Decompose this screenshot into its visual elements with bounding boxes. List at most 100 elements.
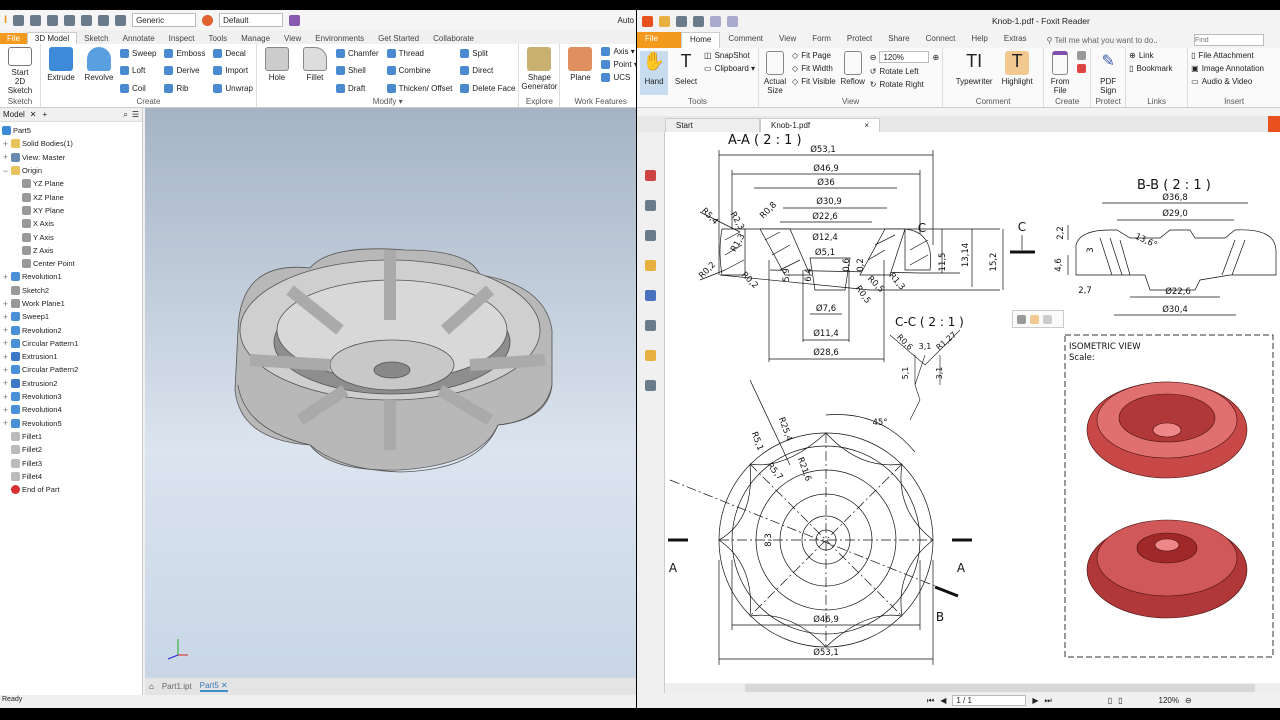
import-button[interactable]: Import bbox=[213, 64, 253, 77]
tree-item[interactable]: + Extrusion1 bbox=[2, 350, 140, 363]
rotate-left-button[interactable]: ↺ Rotate Left bbox=[870, 67, 939, 76]
highlight-button[interactable]: T Highlight bbox=[999, 51, 1035, 95]
expand-icon[interactable]: + bbox=[2, 365, 9, 375]
model-tab[interactable]: Model bbox=[3, 110, 25, 119]
tree-item[interactable]: + Solid Bodies(1) bbox=[2, 137, 140, 150]
home-icon[interactable]: ⌂ bbox=[149, 682, 154, 691]
tab-home[interactable]: Home bbox=[681, 32, 721, 48]
tree-item[interactable]: Fillet1 bbox=[2, 430, 140, 443]
thicken-offset-button[interactable]: Thicken/ Offset bbox=[386, 82, 452, 95]
fit-page-button[interactable]: ◇ Fit Page bbox=[792, 51, 836, 60]
continuous-icon[interactable]: ▯ bbox=[1118, 696, 1122, 705]
signatures-icon[interactable] bbox=[645, 320, 656, 331]
tab-annotate[interactable]: Annotate bbox=[116, 33, 162, 44]
tab-tools[interactable]: Tools bbox=[201, 33, 234, 44]
doc-tab-knob[interactable]: Knob-1.pdf × bbox=[760, 118, 880, 132]
tree-item[interactable]: XY Plane bbox=[2, 204, 140, 217]
single-page-icon[interactable]: ▯ bbox=[1108, 696, 1112, 705]
tree-item[interactable]: + View: Master bbox=[2, 151, 140, 164]
rib-button[interactable]: Rib bbox=[164, 82, 205, 95]
tab-form[interactable]: Form bbox=[804, 32, 839, 48]
tree-item[interactable]: Y Axis bbox=[2, 230, 140, 243]
next-page-icon[interactable]: ▶ bbox=[1032, 696, 1038, 705]
print-icon[interactable] bbox=[693, 15, 704, 27]
tree-item[interactable]: + Sweep1 bbox=[2, 310, 140, 323]
bookmark-button[interactable]: ▯ Bookmark bbox=[1129, 64, 1172, 73]
page-input[interactable]: 1 / 1 bbox=[952, 695, 1027, 706]
doc-tab-part5[interactable]: Part5 ✕ bbox=[199, 681, 228, 692]
tree-item[interactable]: XZ Plane bbox=[2, 190, 140, 203]
revolve-button[interactable]: Revolve bbox=[82, 47, 116, 95]
derive-button[interactable]: Derive bbox=[164, 64, 205, 77]
tree-item[interactable]: End of Part bbox=[2, 483, 140, 496]
content-icon[interactable] bbox=[645, 380, 656, 391]
expand-icon[interactable]: + bbox=[2, 418, 9, 428]
menu-icon[interactable]: ☰ bbox=[132, 110, 139, 119]
tree-item[interactable]: Sketch2 bbox=[2, 284, 140, 297]
expand-icon[interactable]: + bbox=[2, 392, 9, 402]
expand-icon[interactable]: + bbox=[2, 325, 9, 335]
note-icon[interactable] bbox=[1043, 314, 1052, 324]
zoom-in-icon[interactable]: ⊕ bbox=[932, 53, 939, 62]
view-axis-triad-icon[interactable] bbox=[160, 633, 190, 665]
save-icon[interactable] bbox=[47, 14, 59, 26]
expand-icon[interactable]: + bbox=[2, 405, 9, 415]
appearance-select[interactable]: Generic bbox=[132, 13, 197, 27]
extrude-button[interactable]: Extrude bbox=[44, 47, 78, 95]
create-option-icon[interactable] bbox=[1077, 64, 1087, 73]
tree-item[interactable]: Fillet3 bbox=[2, 456, 140, 469]
style-select[interactable]: Default bbox=[219, 13, 284, 27]
add-icon[interactable]: + bbox=[43, 110, 48, 119]
tab-sketch[interactable]: Sketch bbox=[77, 33, 115, 44]
fit-width-button[interactable]: ◇ Fit Width bbox=[792, 64, 836, 73]
3d-viewport[interactable] bbox=[145, 108, 636, 678]
highlight-text-icon[interactable] bbox=[1030, 314, 1039, 324]
expand-icon[interactable]: + bbox=[2, 152, 9, 162]
expand-icon[interactable]: + bbox=[2, 272, 9, 282]
direct-button[interactable]: Direct bbox=[460, 64, 515, 77]
draft-button[interactable]: Draft bbox=[335, 82, 379, 95]
tab-3d-model[interactable]: 3D Model bbox=[26, 32, 78, 44]
copy-icon[interactable] bbox=[1017, 314, 1026, 324]
pdf-page[interactable]: A-A ( 2 : 1 ) Ø53,1 Ø46,9 Ø36 Ø30,9 Ø22,… bbox=[665, 132, 1280, 683]
zoom-out-icon[interactable]: ⊖ bbox=[1185, 696, 1192, 705]
tree-item[interactable]: − Origin bbox=[2, 164, 140, 177]
tree-item[interactable]: Fillet4 bbox=[2, 470, 140, 483]
tab-view[interactable]: View bbox=[277, 33, 308, 44]
tab-protect[interactable]: Protect bbox=[839, 32, 880, 48]
typewriter-button[interactable]: TI Typewriter bbox=[953, 51, 995, 95]
tab-inspect[interactable]: Inspect bbox=[162, 33, 202, 44]
tell-me[interactable]: ⚲ Tell me what you want to do.. bbox=[1047, 36, 1158, 45]
snapshot-button[interactable]: ◫ SnapShot bbox=[704, 51, 755, 60]
audio-video-button[interactable]: ▭ Audio & Video bbox=[1191, 77, 1264, 86]
tab-file[interactable]: File bbox=[637, 32, 681, 48]
open-icon[interactable] bbox=[659, 15, 670, 27]
tree-item[interactable]: + Revolution2 bbox=[2, 323, 140, 336]
tree-item[interactable]: + Extrusion2 bbox=[2, 377, 140, 390]
clipboard-button[interactable]: ▭ Clipboard ▾ bbox=[704, 64, 755, 73]
pdf-sign-button[interactable]: ✎ PDF Sign bbox=[1094, 51, 1122, 95]
expand-icon[interactable]: + bbox=[2, 139, 9, 149]
doc-tab-start[interactable]: Start bbox=[665, 118, 760, 132]
search-icon[interactable]: ⌕ bbox=[123, 110, 127, 120]
undo-icon[interactable] bbox=[710, 15, 721, 27]
split-button[interactable]: Split bbox=[460, 47, 515, 60]
close-icon[interactable]: × bbox=[864, 121, 869, 130]
file-attachment-button[interactable]: ▯ File Attachment bbox=[1191, 51, 1264, 60]
tab-share[interactable]: Share bbox=[880, 32, 917, 48]
emboss-button[interactable]: Emboss bbox=[164, 47, 205, 60]
tree-item[interactable]: + Revolution3 bbox=[2, 390, 140, 403]
collapse-icon[interactable]: − bbox=[2, 166, 9, 176]
shape-generator-button[interactable]: Shape Generator bbox=[521, 47, 557, 95]
hole-button[interactable]: Hole bbox=[260, 47, 294, 95]
bookmarks-icon[interactable] bbox=[645, 200, 656, 211]
tree-item[interactable]: Part5 bbox=[2, 124, 140, 137]
actual-size-button[interactable]: Actual Size bbox=[762, 51, 788, 95]
tree-item[interactable]: + Work Plane1 bbox=[2, 297, 140, 310]
new-icon[interactable] bbox=[13, 14, 25, 26]
last-page-icon[interactable]: ⏭ bbox=[1045, 696, 1052, 706]
tree-item[interactable]: Fillet2 bbox=[2, 443, 140, 456]
ucs-button[interactable]: UCS bbox=[601, 73, 637, 82]
loft-button[interactable]: Loft bbox=[120, 64, 156, 77]
link-button[interactable]: ⊕ Link bbox=[1129, 51, 1172, 60]
